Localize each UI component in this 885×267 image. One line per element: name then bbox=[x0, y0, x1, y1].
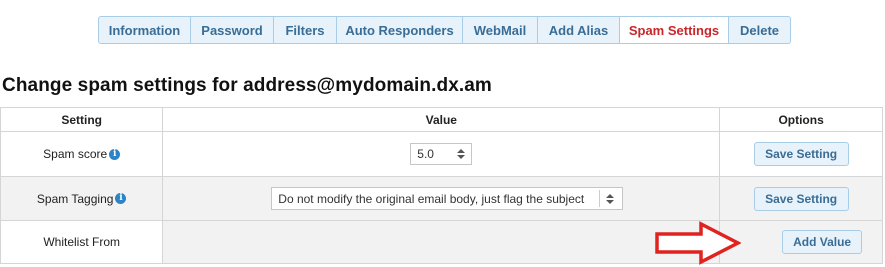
page-title: Change spam settings for address@mydomai… bbox=[2, 75, 492, 96]
spam-score-value: 5.0 bbox=[417, 147, 434, 161]
tab-delete[interactable]: Delete bbox=[729, 17, 790, 43]
value-cell bbox=[162, 220, 721, 264]
info-icon[interactable]: i bbox=[115, 193, 127, 204]
tab-filters[interactable]: Filters bbox=[274, 17, 337, 43]
stepper-arrows-icon[interactable] bbox=[457, 149, 466, 159]
setting-cell: Whitelist From bbox=[0, 220, 164, 264]
tab-webmail[interactable]: WebMail bbox=[463, 17, 538, 43]
select-arrows-icon bbox=[606, 193, 615, 204]
save-setting-button[interactable]: Save Setting bbox=[753, 142, 849, 166]
tab-bar: Information Password Filters Auto Respon… bbox=[98, 16, 791, 44]
tab-password[interactable]: Password bbox=[191, 17, 274, 43]
setting-label-spam-score: Spam score bbox=[43, 147, 108, 161]
options-cell: Save Setting bbox=[719, 131, 883, 177]
table-row-spam-tagging: Spam Tagging i Do not modify the origina… bbox=[0, 176, 883, 221]
options-cell: Save Setting bbox=[719, 176, 883, 221]
table-row-spam-score: Spam score i 5.0 Save Setting bbox=[0, 131, 883, 177]
add-value-button[interactable]: Add Value bbox=[782, 230, 863, 254]
column-header-setting: Setting bbox=[0, 107, 164, 132]
tab-information[interactable]: Information bbox=[99, 17, 191, 43]
tab-add-alias[interactable]: Add Alias bbox=[538, 17, 620, 43]
table-row-whitelist-from: Whitelist From Add Value bbox=[0, 220, 883, 264]
setting-cell: Spam score i bbox=[0, 131, 164, 177]
save-setting-button[interactable]: Save Setting bbox=[753, 186, 849, 211]
tab-spam-settings[interactable]: Spam Settings bbox=[620, 17, 729, 43]
spam-score-stepper[interactable]: 5.0 bbox=[410, 143, 473, 165]
value-cell: Do not modify the original email body, j… bbox=[162, 176, 721, 221]
value-cell: 5.0 bbox=[162, 131, 721, 177]
red-arrow-icon bbox=[655, 221, 741, 265]
column-header-options: Options bbox=[719, 107, 883, 132]
info-icon[interactable]: i bbox=[109, 148, 121, 160]
spam-tagging-select[interactable]: Do not modify the original email body, j… bbox=[271, 187, 624, 210]
options-cell: Add Value bbox=[719, 220, 883, 264]
spam-settings-table: Setting Value Options Spam score i 5.0 S… bbox=[0, 107, 883, 264]
table-header-row: Setting Value Options bbox=[0, 107, 883, 132]
setting-label-whitelist-from: Whitelist From bbox=[43, 235, 121, 249]
setting-label-spam-tagging: Spam Tagging bbox=[36, 191, 114, 206]
setting-cell: Spam Tagging i bbox=[0, 176, 164, 221]
column-header-value: Value bbox=[162, 107, 721, 132]
spam-tagging-selected-value: Do not modify the original email body, j… bbox=[278, 191, 585, 206]
tab-auto-responders[interactable]: Auto Responders bbox=[337, 17, 463, 43]
